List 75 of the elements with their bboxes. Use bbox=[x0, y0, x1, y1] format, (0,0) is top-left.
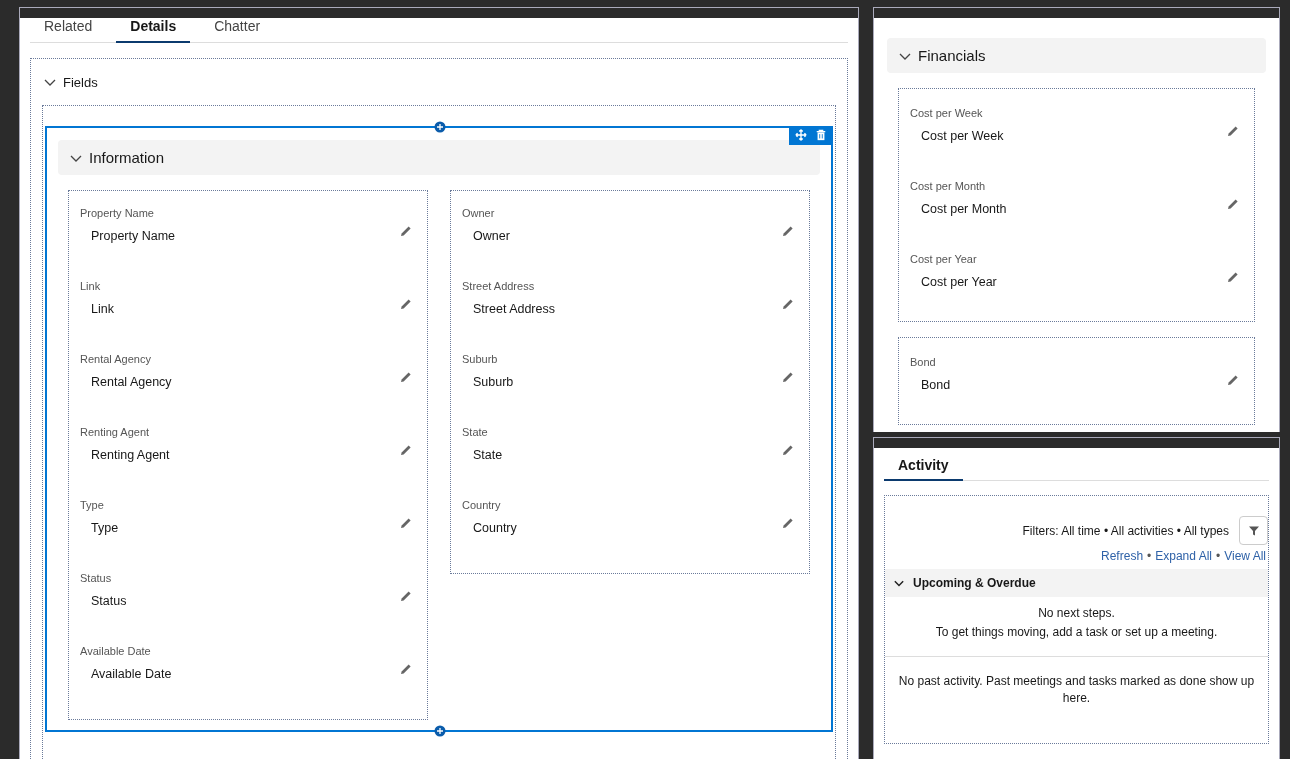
section-header[interactable]: Financials bbox=[887, 38, 1266, 73]
field-label: Owner bbox=[462, 207, 495, 219]
field-label: Bond bbox=[910, 356, 936, 368]
field-label: Type bbox=[80, 499, 104, 511]
pencil-icon[interactable] bbox=[400, 517, 412, 529]
section-title: Upcoming & Overdue bbox=[913, 576, 1036, 590]
tab[interactable]: Related bbox=[30, 18, 107, 43]
pencil-icon[interactable] bbox=[782, 298, 794, 310]
field-value: Property Name bbox=[91, 229, 176, 243]
field-value: Bond bbox=[921, 378, 951, 392]
tab[interactable]: Activity bbox=[884, 457, 963, 481]
field-label: Rental Agency bbox=[80, 353, 151, 365]
field-value: Owner bbox=[473, 229, 510, 243]
section-header[interactable]: Information bbox=[58, 140, 820, 175]
section-header[interactable]: Upcoming & Overdue bbox=[885, 569, 1268, 597]
field-value: State bbox=[473, 448, 503, 462]
empty-message: No past activity. Past meetings and tasks marked as done show up here. bbox=[898, 673, 1255, 706]
pencil-icon[interactable] bbox=[1227, 271, 1239, 283]
field-label: State bbox=[462, 426, 488, 438]
filter-button[interactable] bbox=[1239, 516, 1268, 545]
section-title: Information bbox=[89, 149, 165, 166]
pencil-icon[interactable] bbox=[400, 444, 412, 456]
chevron-icon[interactable] bbox=[894, 578, 904, 588]
field-value: Type bbox=[91, 521, 119, 535]
field-value: Available Date bbox=[91, 667, 172, 681]
field-label: Available Date bbox=[80, 645, 151, 657]
pencil-icon[interactable] bbox=[400, 225, 412, 237]
field-label: Cost per Week bbox=[910, 107, 983, 119]
empty-message: No next steps. bbox=[1038, 605, 1115, 622]
tab[interactable]: Details bbox=[116, 18, 191, 43]
link[interactable]: Expand All bbox=[1155, 549, 1212, 563]
pencil-icon[interactable] bbox=[1227, 374, 1239, 386]
pencil-icon[interactable] bbox=[400, 371, 412, 383]
field-value: Cost per Year bbox=[921, 275, 997, 289]
field-value: Link bbox=[91, 302, 114, 316]
pencil-icon[interactable] bbox=[1227, 198, 1239, 210]
pencil-icon[interactable] bbox=[782, 371, 794, 383]
field-value: Cost per Month bbox=[921, 202, 1007, 216]
add-icon[interactable] bbox=[434, 121, 446, 133]
pencil-icon[interactable] bbox=[782, 517, 794, 529]
field-value: Cost per Week bbox=[921, 129, 1004, 143]
add-icon[interactable] bbox=[434, 725, 446, 737]
link[interactable]: View All bbox=[1224, 549, 1266, 563]
pencil-icon[interactable] bbox=[1227, 125, 1239, 137]
field-value: Country bbox=[473, 521, 517, 535]
pencil-icon[interactable] bbox=[400, 663, 412, 675]
trash-icon[interactable] bbox=[815, 129, 827, 141]
field-label: Property Name bbox=[80, 207, 154, 219]
empty-message: To get things moving, add a task or set up a meeting. bbox=[935, 624, 1218, 642]
field-label: Suburb bbox=[462, 353, 498, 365]
section-title: Fields bbox=[63, 74, 98, 90]
field-label: Cost per Year bbox=[910, 253, 977, 265]
field-value: Rental Agency bbox=[91, 375, 172, 389]
pencil-icon[interactable] bbox=[400, 298, 412, 310]
field-value: Suburb bbox=[473, 375, 514, 389]
field-label: Street Address bbox=[462, 280, 535, 292]
field-value: Street Address bbox=[473, 302, 555, 316]
field-label: Link bbox=[80, 280, 101, 292]
field-value: Status bbox=[91, 594, 127, 608]
field-label: Country bbox=[462, 499, 501, 511]
separator-dot: • bbox=[1147, 549, 1152, 563]
field-value: Renting Agent bbox=[91, 448, 170, 462]
pencil-icon[interactable] bbox=[782, 444, 794, 456]
pencil-icon[interactable] bbox=[400, 590, 412, 602]
field-label: Renting Agent bbox=[80, 426, 150, 438]
tab[interactable]: Chatter bbox=[200, 18, 275, 43]
move-icon[interactable] bbox=[795, 129, 807, 141]
section-title: Financials bbox=[918, 47, 986, 64]
field-label: Cost per Month bbox=[910, 180, 986, 192]
filter-icon bbox=[1247, 524, 1260, 537]
link[interactable]: Refresh bbox=[1101, 549, 1144, 563]
pencil-icon[interactable] bbox=[782, 225, 794, 237]
field-label: Status bbox=[80, 572, 112, 584]
filter-summary: Filters: All time • All activities • All types bbox=[1022, 523, 1229, 538]
separator-dot: • bbox=[1216, 549, 1221, 563]
